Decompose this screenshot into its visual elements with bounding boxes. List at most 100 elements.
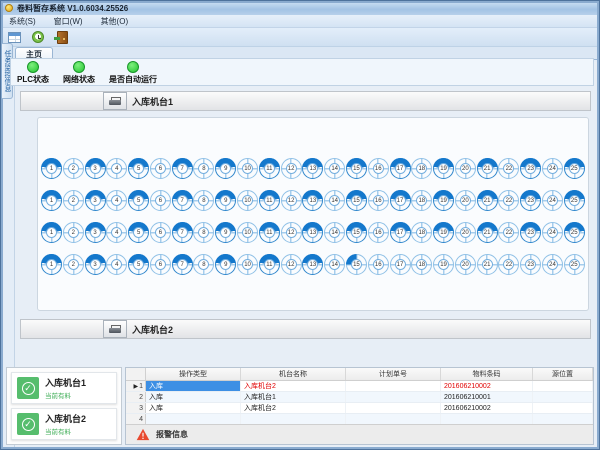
slot-1-21[interactable]: 21 <box>477 158 498 179</box>
column-header-1[interactable]: 操作类型 <box>146 368 241 380</box>
table-cell[interactable] <box>346 381 441 391</box>
menu-item-2[interactable]: 其他(O) <box>101 16 129 27</box>
slot-1-5[interactable]: 5 <box>128 158 149 179</box>
slot-2-11[interactable]: 11 <box>259 190 280 211</box>
table-row[interactable]: 2入库入库机台1201606210001 <box>126 392 593 403</box>
slot-1-4[interactable]: 4 <box>106 158 127 179</box>
slot-2-13[interactable]: 13 <box>302 190 323 211</box>
slot-2-23[interactable]: 23 <box>520 190 541 211</box>
slot-2-14[interactable]: 14 <box>324 190 345 211</box>
slot-4-12[interactable]: 12 <box>281 254 302 275</box>
slot-1-22[interactable]: 22 <box>498 158 519 179</box>
column-header-2[interactable]: 机台名称 <box>241 368 346 380</box>
slot-1-7[interactable]: 7 <box>172 158 193 179</box>
slot-4-24[interactable]: 24 <box>542 254 563 275</box>
slot-4-25[interactable]: 25 <box>564 254 585 275</box>
table-cell[interactable]: 入库 <box>146 381 241 391</box>
table-cell[interactable] <box>241 414 346 424</box>
slot-4-17[interactable]: 17 <box>390 254 411 275</box>
clock-toolbar-button[interactable] <box>30 30 46 45</box>
machine2-print-button[interactable] <box>103 320 127 338</box>
slot-3-18[interactable]: 18 <box>411 222 432 243</box>
slot-4-8[interactable]: 8 <box>193 254 214 275</box>
slot-4-10[interactable]: 10 <box>237 254 258 275</box>
slot-2-8[interactable]: 8 <box>193 190 214 211</box>
slot-1-20[interactable]: 20 <box>455 158 476 179</box>
slot-3-11[interactable]: 11 <box>259 222 280 243</box>
slot-1-12[interactable]: 12 <box>281 158 302 179</box>
slot-4-5[interactable]: 5 <box>128 254 149 275</box>
slot-4-2[interactable]: 2 <box>63 254 84 275</box>
column-header-4[interactable]: 物料条码 <box>441 368 533 380</box>
slot-2-2[interactable]: 2 <box>63 190 84 211</box>
machine-card-2[interactable]: ✓入库机台2当前有料 <box>11 408 117 440</box>
slot-3-23[interactable]: 23 <box>520 222 541 243</box>
slot-2-21[interactable]: 21 <box>477 190 498 211</box>
slot-2-19[interactable]: 19 <box>433 190 454 211</box>
slot-3-9[interactable]: 9 <box>215 222 236 243</box>
slot-4-23[interactable]: 23 <box>520 254 541 275</box>
slot-4-1[interactable]: 1 <box>41 254 62 275</box>
slot-1-6[interactable]: 6 <box>150 158 171 179</box>
slot-3-25[interactable]: 25 <box>564 222 585 243</box>
slot-4-21[interactable]: 21 <box>477 254 498 275</box>
slot-3-1[interactable]: 1 <box>41 222 62 243</box>
slot-1-3[interactable]: 3 <box>85 158 106 179</box>
slot-1-9[interactable]: 9 <box>215 158 236 179</box>
slot-3-20[interactable]: 20 <box>455 222 476 243</box>
slot-4-15[interactable]: 15 <box>346 254 367 275</box>
table-row[interactable]: 4 <box>126 414 593 424</box>
slot-3-10[interactable]: 10 <box>237 222 258 243</box>
slot-2-24[interactable]: 24 <box>542 190 563 211</box>
slot-4-22[interactable]: 22 <box>498 254 519 275</box>
slot-1-10[interactable]: 10 <box>237 158 258 179</box>
table-cell[interactable]: 201606210001 <box>441 392 533 402</box>
slot-2-9[interactable]: 9 <box>215 190 236 211</box>
slot-1-11[interactable]: 11 <box>259 158 280 179</box>
slot-2-12[interactable]: 12 <box>281 190 302 211</box>
slot-1-16[interactable]: 16 <box>368 158 389 179</box>
slot-3-8[interactable]: 8 <box>193 222 214 243</box>
slot-2-3[interactable]: 3 <box>85 190 106 211</box>
slot-1-2[interactable]: 2 <box>63 158 84 179</box>
slot-2-6[interactable]: 6 <box>150 190 171 211</box>
table-row[interactable]: ▶1入库入库机台2201606210002 <box>126 381 593 392</box>
machine1-print-button[interactable] <box>103 92 127 110</box>
menu-item-0[interactable]: 系统(S) <box>9 16 36 27</box>
slot-2-20[interactable]: 20 <box>455 190 476 211</box>
slot-4-16[interactable]: 16 <box>368 254 389 275</box>
slot-1-25[interactable]: 25 <box>564 158 585 179</box>
table-row[interactable]: 3入库入库机台2201606210002 <box>126 403 593 414</box>
table-cell[interactable]: 入库机台2 <box>241 381 346 391</box>
slot-2-25[interactable]: 25 <box>564 190 585 211</box>
exit-toolbar-button[interactable] <box>54 30 70 45</box>
slot-3-19[interactable]: 19 <box>433 222 454 243</box>
table-cell[interactable] <box>533 403 593 413</box>
table-cell[interactable] <box>533 414 593 424</box>
slot-2-7[interactable]: 7 <box>172 190 193 211</box>
table-cell[interactable] <box>346 403 441 413</box>
column-header-3[interactable]: 计划单号 <box>346 368 441 380</box>
slot-2-10[interactable]: 10 <box>237 190 258 211</box>
slot-4-6[interactable]: 6 <box>150 254 171 275</box>
slot-4-9[interactable]: 9 <box>215 254 236 275</box>
menu-item-1[interactable]: 窗口(W) <box>54 16 83 27</box>
machine-card-1[interactable]: ✓入库机台1当前有料 <box>11 372 117 404</box>
slot-3-5[interactable]: 5 <box>128 222 149 243</box>
slot-1-14[interactable]: 14 <box>324 158 345 179</box>
slot-3-22[interactable]: 22 <box>498 222 519 243</box>
slot-2-17[interactable]: 17 <box>390 190 411 211</box>
slot-2-18[interactable]: 18 <box>411 190 432 211</box>
slot-2-22[interactable]: 22 <box>498 190 519 211</box>
slot-4-19[interactable]: 19 <box>433 254 454 275</box>
slot-3-14[interactable]: 14 <box>324 222 345 243</box>
slot-4-13[interactable]: 13 <box>302 254 323 275</box>
slot-1-8[interactable]: 8 <box>193 158 214 179</box>
slot-3-4[interactable]: 4 <box>106 222 127 243</box>
slot-1-1[interactable]: 1 <box>41 158 62 179</box>
table-cell[interactable] <box>533 381 593 391</box>
slot-1-15[interactable]: 15 <box>346 158 367 179</box>
slot-1-24[interactable]: 24 <box>542 158 563 179</box>
table-cell[interactable] <box>533 392 593 402</box>
slot-4-20[interactable]: 20 <box>455 254 476 275</box>
